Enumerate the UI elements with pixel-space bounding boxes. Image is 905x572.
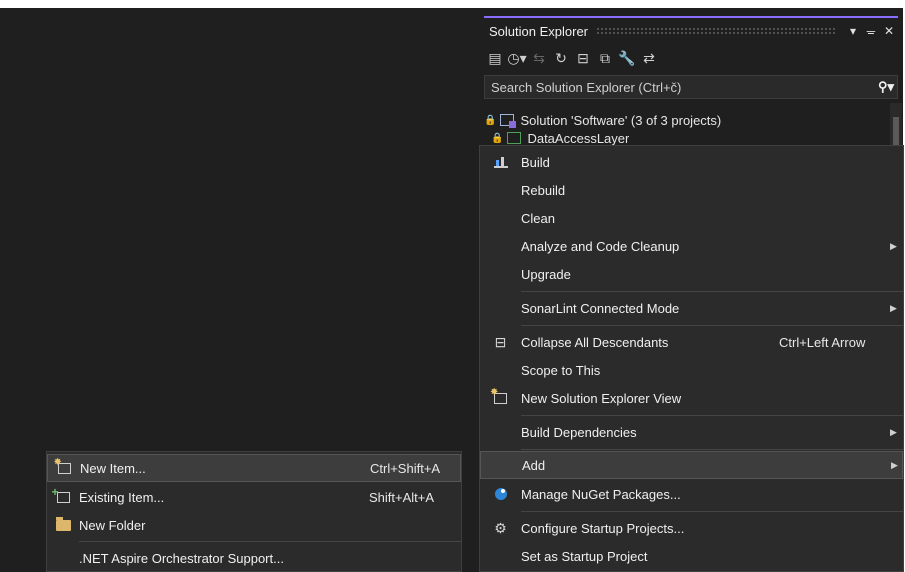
submenu-item-new-item[interactable]: ✸ New Item... Ctrl+Shift+A	[47, 454, 461, 482]
build-icon	[493, 156, 508, 168]
menu-item-label: Upgrade	[521, 266, 571, 282]
top-strip	[0, 0, 905, 8]
tree-item-project[interactable]: 🔒 DataAccessLayer	[491, 131, 629, 145]
show-all-files-icon[interactable]: ⧉	[594, 47, 616, 69]
submenu-arrow-icon: ▶	[891, 459, 898, 470]
menu-item-shortcut: Ctrl+Left Arrow	[779, 334, 866, 350]
submenu-arrow-icon: ▶	[890, 302, 897, 313]
menu-item-build-dependencies[interactable]: Build Dependencies ▶	[480, 418, 903, 446]
menu-separator	[521, 511, 903, 512]
menu-item-scope-to-this[interactable]: Scope to This	[480, 356, 903, 384]
menu-item-label: Scope to This	[521, 362, 601, 378]
titlebar-grip	[596, 26, 836, 36]
menu-separator	[521, 325, 903, 326]
tree-item-label: DataAccessLayer	[527, 131, 630, 145]
close-icon[interactable]: ✕	[880, 24, 898, 38]
panel-menu-dropdown-icon[interactable]: ▾	[844, 24, 862, 38]
submenu-arrow-icon: ▶	[890, 240, 897, 251]
menu-item-label: Existing Item...	[79, 489, 165, 505]
menu-item-new-solution-explorer-view[interactable]: ✸ New Solution Explorer View	[480, 384, 903, 412]
sync-with-active-document-icon[interactable]: ⇆	[528, 47, 550, 69]
menu-item-label: Add	[522, 457, 546, 473]
tree-item-solution[interactable]: 🔒 Solution 'Software' (3 of 3 projects)	[484, 109, 721, 131]
menu-item-configure-startup-projects[interactable]: ⚙ Configure Startup Projects...	[480, 514, 903, 542]
solution-explorer-search-box[interactable]: ⚲▾	[484, 75, 898, 99]
preview-selected-items-icon[interactable]: ⇄	[638, 47, 660, 69]
search-input[interactable]	[485, 78, 875, 96]
menu-item-sonarlint-connected-mode[interactable]: SonarLint Connected Mode ▶	[480, 294, 903, 322]
pending-changes-filter-icon[interactable]: ◷▾	[506, 47, 528, 69]
menu-item-clean[interactable]: Clean	[480, 204, 903, 232]
add-submenu: ✸ New Item... Ctrl+Shift+A + Existing It…	[46, 451, 462, 572]
menu-item-set-as-startup-project[interactable]: Set as Startup Project	[480, 542, 903, 570]
submenu-item-existing-item[interactable]: + Existing Item... Shift+Alt+A	[47, 483, 461, 511]
menu-item-add[interactable]: Add ▶	[480, 451, 903, 479]
menu-item-label: Clean	[521, 210, 555, 226]
menu-item-upgrade[interactable]: Upgrade	[480, 260, 903, 288]
menu-item-label: Set as Startup Project	[521, 548, 648, 564]
properties-wrench-icon[interactable]: 🔧	[616, 47, 638, 69]
refresh-icon[interactable]: ↻	[550, 47, 572, 69]
menu-item-collapse-all-descendants[interactable]: ⊟ Collapse All Descendants Ctrl+Left Arr…	[480, 328, 903, 356]
menu-item-shortcut: Shift+Alt+A	[369, 489, 435, 505]
new-view-icon: ✸	[490, 387, 507, 404]
menu-item-analyze-code-cleanup[interactable]: Analyze and Code Cleanup ▶	[480, 232, 903, 260]
collapse-all-icon[interactable]: ⊟	[572, 47, 594, 69]
menu-item-label: .NET Aspire Orchestrator Support...	[79, 550, 284, 566]
menu-item-label: New Solution Explorer View	[521, 390, 682, 406]
tree-scrollbar[interactable]	[890, 103, 902, 150]
existing-item-icon: +	[52, 485, 70, 503]
solution-explorer-panel: Solution Explorer ▾ ᚚ ✕ ▤ ◷▾ ⇆ ↻ ⊟ ⧉ 🔧 ⇄…	[481, 15, 903, 150]
lock-icon: 🔒	[484, 114, 497, 126]
new-folder-icon	[55, 516, 71, 531]
menu-item-label: Configure Startup Projects...	[521, 520, 685, 536]
menu-item-label: Collapse All Descendants	[521, 334, 669, 350]
menu-item-shortcut: Ctrl+Shift+A	[370, 460, 441, 476]
menu-item-label: New Folder	[79, 517, 146, 533]
tree-item-label: Solution 'Software' (3 of 3 projects)	[520, 112, 722, 128]
menu-separator	[79, 541, 461, 542]
submenu-item-new-folder[interactable]: New Folder	[47, 511, 461, 539]
menu-separator	[521, 449, 903, 450]
collapse-icon: ⊟	[494, 333, 507, 350]
solution-icon	[500, 114, 517, 128]
menu-item-label: Build Dependencies	[521, 424, 637, 440]
menu-separator	[521, 415, 903, 416]
gear-icon: ⚙	[494, 519, 507, 536]
solution-explorer-titlebar: Solution Explorer ▾ ᚚ ✕	[484, 16, 898, 44]
scrollbar-thumb[interactable]	[893, 117, 899, 147]
switch-views-icon[interactable]: ▤	[484, 47, 506, 69]
menu-item-label: Analyze and Code Cleanup	[521, 238, 680, 254]
menu-item-label: Manage NuGet Packages...	[521, 486, 681, 502]
menu-item-label: SonarLint Connected Mode	[521, 300, 680, 316]
search-icon[interactable]: ⚲▾	[875, 79, 897, 95]
menu-item-build[interactable]: Build	[480, 148, 903, 176]
panel-title: Solution Explorer	[489, 23, 588, 39]
menu-item-manage-nuget-packages[interactable]: Manage NuGet Packages...	[480, 480, 903, 508]
csharp-project-icon	[507, 132, 522, 144]
menu-item-label: Rebuild	[521, 182, 566, 198]
menu-item-label: New Item...	[80, 460, 146, 476]
project-context-menu: Build Rebuild Clean Analyze and Code Cle…	[479, 145, 904, 572]
new-item-icon: ✸	[54, 457, 71, 474]
menu-item-rebuild[interactable]: Rebuild	[480, 176, 903, 204]
lock-icon: 🔒	[491, 132, 504, 144]
solution-explorer-toolbar: ▤ ◷▾ ⇆ ↻ ⊟ ⧉ 🔧 ⇄	[484, 46, 898, 70]
pin-icon[interactable]: ᚚ	[862, 24, 880, 38]
menu-item-label: Build	[521, 154, 550, 170]
submenu-item-aspire-orchestrator-support[interactable]: .NET Aspire Orchestrator Support...	[47, 544, 461, 572]
submenu-arrow-icon: ▶	[890, 426, 897, 437]
menu-separator	[521, 291, 903, 292]
nuget-icon	[494, 488, 507, 500]
